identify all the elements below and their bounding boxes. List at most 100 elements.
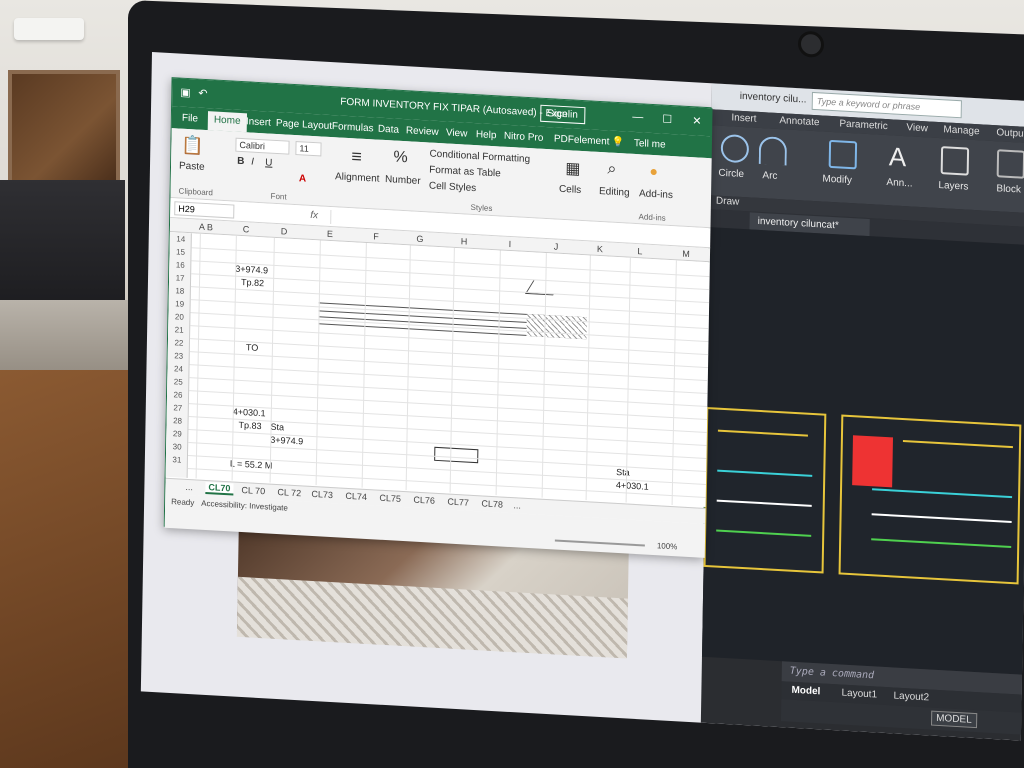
cell-l30[interactable]: Sta xyxy=(616,467,630,478)
format-as-table-button[interactable]: Format as Table xyxy=(429,165,501,180)
circle-tool[interactable]: Circle xyxy=(718,168,744,180)
font-color-icon[interactable]: A xyxy=(299,173,306,184)
cells-icon[interactable]: ▦ xyxy=(565,158,580,179)
cell-styles-button[interactable]: Cell Styles xyxy=(429,180,476,194)
alignment-icon[interactable]: ≡ xyxy=(351,146,362,168)
column-header[interactable]: F xyxy=(366,231,386,242)
menu-review[interactable]: Review xyxy=(406,125,439,138)
tell-me-search[interactable]: Tell me xyxy=(634,138,666,151)
column-header[interactable]: D xyxy=(274,226,294,237)
zoom-level[interactable]: 100% xyxy=(657,541,678,551)
italic-button[interactable]: I xyxy=(251,157,254,168)
addins-button[interactable]: Add-ins xyxy=(639,188,673,201)
column-header[interactable]: E xyxy=(320,228,340,239)
modify-tool[interactable]: Modify xyxy=(822,173,852,186)
layout-tab-1[interactable]: Layout1 xyxy=(841,688,877,701)
spreadsheet-grid[interactable]: 14 15 16 17 18 19 20 21 22 23 24 25 26 27 28 29 30 31 3+9… xyxy=(165,231,710,507)
row-header[interactable]: 14 xyxy=(172,234,190,244)
menu-home[interactable]: Home xyxy=(207,111,247,133)
sheet-tab[interactable]: CL76 xyxy=(413,495,435,506)
number-button[interactable]: Number xyxy=(385,174,421,187)
menu-insert[interactable]: Insert xyxy=(246,116,271,128)
zoom-slider[interactable] xyxy=(554,539,645,547)
cell-c22[interactable]: TO xyxy=(246,342,259,353)
cell-l31[interactable]: 4+030.1 xyxy=(616,480,649,492)
accessibility-status[interactable]: Accessibility: Investigate xyxy=(201,499,288,513)
row-header[interactable]: 25 xyxy=(169,377,187,387)
row-header[interactable]: 24 xyxy=(169,364,187,374)
row-header[interactable]: 31 xyxy=(168,455,186,465)
row-header[interactable]: 30 xyxy=(168,442,186,452)
tab-annotate[interactable]: Annotate xyxy=(779,115,819,128)
row-header[interactable]: 26 xyxy=(169,390,187,400)
tab-view[interactable]: View xyxy=(906,122,928,134)
block-icon[interactable] xyxy=(996,149,1024,179)
maximize-icon[interactable]: ☐ xyxy=(662,113,672,127)
autocad-drawing-canvas[interactable] xyxy=(701,227,1024,676)
row-header[interactable]: 18 xyxy=(171,286,189,296)
arc-icon[interactable] xyxy=(758,135,788,166)
block-tool[interactable]: Block xyxy=(996,183,1021,195)
undo-icon[interactable]: ↶ xyxy=(198,87,207,101)
percent-icon[interactable]: % xyxy=(393,149,408,168)
tab-output[interactable]: Output xyxy=(996,127,1024,140)
column-header[interactable]: H xyxy=(454,236,474,247)
sheet-tab[interactable]: CL70 xyxy=(205,481,234,496)
save-icon[interactable]: ▣ xyxy=(180,86,191,100)
conditional-formatting-button[interactable]: Conditional Formatting xyxy=(429,149,530,166)
font-name-select[interactable]: Calibri xyxy=(235,137,290,155)
minimize-icon[interactable]: — xyxy=(632,111,643,124)
sheet-tab[interactable]: CL77 xyxy=(447,497,469,508)
column-header[interactable]: G xyxy=(410,233,430,244)
autocad-search-input[interactable]: Type a keyword or phrase xyxy=(811,91,962,119)
row-header[interactable]: 29 xyxy=(168,429,186,439)
tab-parametric[interactable]: Parametric xyxy=(839,118,888,132)
row-header[interactable]: 21 xyxy=(170,325,188,335)
font-size-select[interactable]: 11 xyxy=(295,141,322,157)
sheet-tab[interactable]: CL78 xyxy=(481,498,503,509)
menu-view[interactable]: View xyxy=(446,127,468,139)
layout-tab-2[interactable]: Layout2 xyxy=(893,690,929,703)
menu-page-layout[interactable]: Page Layout xyxy=(276,118,332,132)
circle-icon[interactable] xyxy=(720,133,750,164)
row-header[interactable]: 17 xyxy=(171,273,189,283)
arc-tool[interactable]: Arc xyxy=(762,170,777,182)
paste-button[interactable]: Paste xyxy=(179,161,205,173)
selected-cell-h29[interactable] xyxy=(434,446,479,464)
row-header[interactable]: 20 xyxy=(170,312,188,322)
column-header[interactable]: L xyxy=(630,246,650,257)
row-header[interactable]: 28 xyxy=(169,416,187,426)
menu-nitro-pro[interactable]: Nitro Pro xyxy=(504,131,544,144)
row-header[interactable]: 15 xyxy=(171,247,189,257)
name-box[interactable]: H29 xyxy=(174,201,235,219)
alignment-button[interactable]: Alignment xyxy=(335,171,380,184)
row-header[interactable]: 22 xyxy=(170,338,188,348)
menu-formulas[interactable]: Formulas xyxy=(332,121,374,134)
annotation-icon[interactable]: A xyxy=(889,141,907,173)
search-icon[interactable]: ⌕ xyxy=(607,160,616,178)
sheet-tab[interactable]: ... xyxy=(185,482,193,492)
sheet-tab[interactable]: CL74 xyxy=(345,491,367,502)
column-header[interactable]: I xyxy=(500,238,520,249)
addins-icon[interactable]: ● xyxy=(649,163,658,179)
layers-tool[interactable]: Layers xyxy=(938,180,968,193)
row-header[interactable]: 16 xyxy=(171,260,189,270)
tab-insert[interactable]: Insert xyxy=(731,112,756,124)
tab-manage[interactable]: Manage xyxy=(943,124,979,137)
menu-data[interactable]: Data xyxy=(378,124,399,136)
menu-pdfelement[interactable]: PDFelement xyxy=(554,133,610,147)
sheet-tab[interactable]: ... xyxy=(513,500,521,510)
sheet-tab[interactable]: CL 72 xyxy=(277,487,301,498)
cell-c16[interactable]: 3+974.9 xyxy=(235,264,268,276)
close-icon[interactable]: ✕ xyxy=(692,114,701,128)
row-header[interactable]: 23 xyxy=(170,351,188,361)
sheet-tab[interactable]: CL73 xyxy=(311,489,333,500)
clipboard-icon[interactable]: 📋 xyxy=(181,135,204,157)
editing-button[interactable]: Editing xyxy=(599,186,630,199)
layers-icon[interactable] xyxy=(940,146,970,176)
column-header[interactable]: J xyxy=(546,241,566,252)
layout-tab-model[interactable]: Model xyxy=(791,685,820,698)
menu-file[interactable]: File xyxy=(182,113,198,125)
sign-in-button[interactable]: Sign in xyxy=(540,104,586,125)
cells-button[interactable]: Cells xyxy=(559,184,581,196)
